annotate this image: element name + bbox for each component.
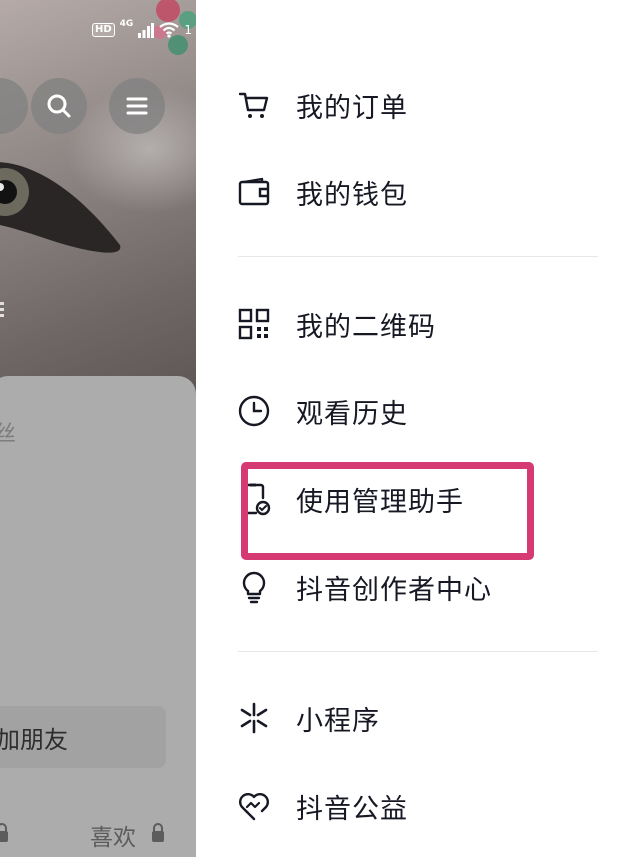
menu-item-label: 我的订单 [296, 92, 408, 124]
fans-label-fragment: 丝 [0, 422, 17, 447]
menu-item-label: 观看历史 [296, 398, 408, 430]
search-button[interactable] [31, 78, 87, 134]
menu-divider [238, 651, 598, 652]
menu-button[interactable] [109, 78, 165, 134]
status-time: 1 [184, 24, 192, 36]
clock-icon [236, 393, 272, 429]
menu-item-label: 我的钱包 [296, 179, 408, 211]
menu-item-watch-history[interactable]: 观看历史 [236, 381, 596, 441]
menu-item-label: 抖音公益 [296, 793, 408, 825]
charity-heart-icon [236, 788, 272, 824]
wallet-icon [236, 174, 272, 210]
profile-info-sheet [0, 376, 196, 857]
add-friend-button[interactable]: 加朋友 [0, 706, 166, 768]
lightbulb-icon [236, 569, 272, 605]
network-type: 4G [119, 19, 134, 29]
signal-icon [138, 23, 155, 38]
wifi-icon [159, 22, 180, 38]
menu-divider [238, 256, 598, 257]
hd-indicator: HD [92, 23, 115, 37]
menu-item-qr-code[interactable]: 我的二维码 [236, 294, 596, 354]
side-drawer-menu: 我的订单 我的钱包 我的二维码 观看历史 使用管理助手 抖音创作者中心 小程序 … [196, 0, 640, 857]
menu-item-creator-center[interactable]: 抖音创作者中心 [236, 557, 596, 617]
cover-text-fragment [0, 302, 4, 317]
highlight-annotation-box [241, 462, 534, 560]
menu-item-orders[interactable]: 我的订单 [236, 75, 596, 135]
cover-artwork [0, 162, 121, 253]
menu-item-charity[interactable]: 抖音公益 [236, 776, 596, 836]
menu-item-mini-programs[interactable]: 小程序 [236, 688, 596, 748]
lock-icon [0, 823, 8, 842]
lock-icon [152, 823, 164, 842]
qr-code-icon [236, 306, 272, 342]
menu-item-label: 抖音创作者中心 [296, 574, 492, 606]
profile-cover-image [0, 0, 196, 400]
hamburger-menu-icon [126, 97, 148, 115]
search-icon [47, 94, 71, 118]
status-bar: HD 4G 1 [92, 19, 192, 38]
menu-item-label: 我的二维码 [296, 311, 436, 343]
menu-item-label: 小程序 [296, 705, 380, 737]
tab-likes[interactable]: 喜欢 [90, 818, 136, 852]
menu-item-wallet[interactable]: 我的钱包 [236, 162, 596, 222]
profile-page-overlay[interactable]: HD 4G 1 丝 加朋友 喜欢 [0, 0, 196, 857]
add-friend-label: 加朋友 [0, 725, 68, 754]
mini-program-icon [236, 700, 272, 736]
cart-icon [236, 87, 272, 123]
